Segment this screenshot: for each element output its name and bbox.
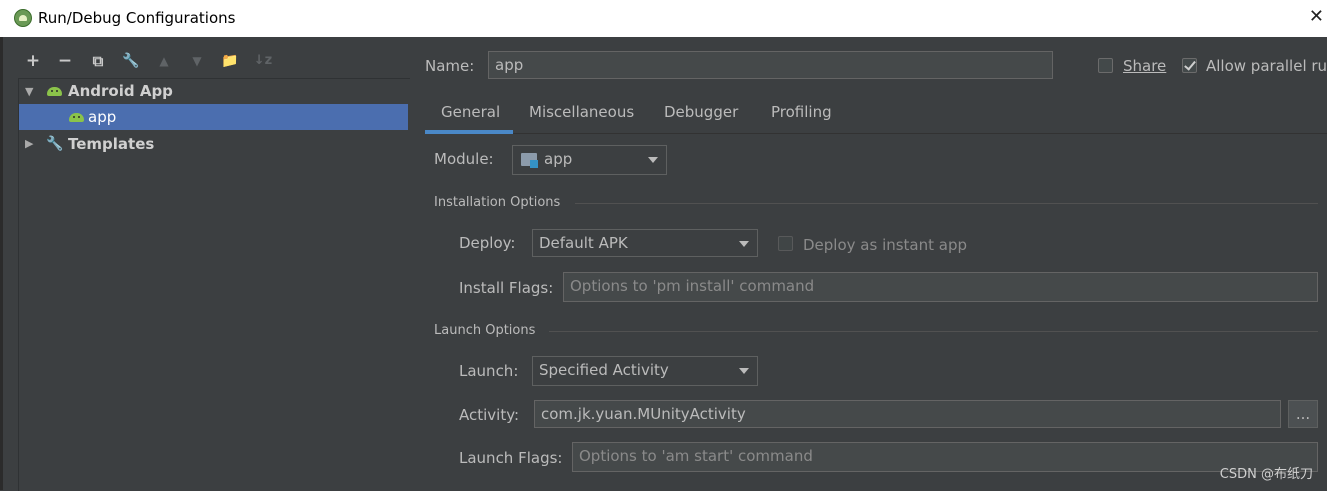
window-title: Run/Debug Configurations	[38, 9, 236, 27]
instant-app-label: Deploy as instant app	[803, 236, 968, 254]
sort-icon[interactable]: ↓z	[252, 50, 274, 72]
launch-flags-label: Launch Flags:	[459, 449, 563, 467]
install-flags-label: Install Flags:	[459, 279, 554, 297]
share-label: Share	[1123, 57, 1167, 75]
module-dropdown[interactable]: app	[512, 145, 667, 175]
tab-debugger[interactable]: Debugger	[664, 100, 738, 134]
watermark: CSDN @布纸刀	[1219, 467, 1313, 482]
add-icon[interactable]: +	[22, 50, 44, 72]
deploy-dropdown[interactable]: Default APK	[532, 229, 758, 257]
launch-label: Launch:	[459, 362, 519, 380]
active-tab-indicator	[425, 130, 513, 134]
chevron-down-icon	[739, 241, 749, 247]
launch-options-heading: Launch Options	[434, 323, 536, 338]
tree-item-label: Templates	[68, 135, 155, 153]
section-separator	[549, 331, 1318, 332]
collapse-arrow-icon[interactable]: ▶	[25, 131, 33, 157]
copy-icon[interactable]: ⧉	[87, 50, 109, 72]
chevron-down-icon	[648, 157, 658, 163]
title-bar: Run/Debug Configurations ✕	[0, 0, 1327, 37]
tree-item-label: app	[88, 108, 117, 126]
move-down-icon[interactable]: ▼	[186, 50, 208, 72]
close-icon[interactable]: ✕	[1309, 6, 1324, 27]
tab-general[interactable]: General	[441, 100, 500, 134]
section-separator	[575, 203, 1318, 204]
name-input[interactable]: app	[488, 51, 1053, 79]
activity-input[interactable]: com.jk.yuan.MUnityActivity	[534, 400, 1281, 428]
android-icon	[47, 87, 62, 96]
tree-item-app[interactable]: app	[19, 104, 408, 130]
allow-parallel-checkbox[interactable]	[1182, 58, 1197, 73]
name-label: Name:	[425, 57, 475, 75]
browse-activity-button[interactable]: ...	[1288, 400, 1318, 428]
tabs-border	[425, 133, 1327, 134]
launch-dropdown[interactable]: Specified Activity	[532, 356, 758, 386]
chevron-down-icon	[739, 368, 749, 374]
new-folder-icon[interactable]: 📁	[219, 50, 241, 72]
installation-options-heading: Installation Options	[434, 195, 561, 210]
module-label: Module:	[434, 150, 494, 168]
tree-item-templates[interactable]: ▶ 🔧 Templates	[19, 131, 408, 157]
allow-parallel-label: Allow parallel ru	[1206, 57, 1327, 75]
expand-arrow-icon[interactable]: ▼	[25, 79, 33, 105]
remove-icon[interactable]: −	[54, 50, 76, 72]
install-flags-input[interactable]: Options to 'pm install' command	[563, 272, 1318, 302]
tab-miscellaneous[interactable]: Miscellaneous	[529, 100, 634, 134]
tab-profiling[interactable]: Profiling	[771, 100, 832, 134]
deploy-label: Deploy:	[459, 234, 516, 252]
activity-label: Activity:	[459, 406, 520, 424]
module-value: app	[544, 150, 573, 168]
android-studio-icon	[14, 9, 32, 27]
background-window-edge	[0, 37, 3, 490]
module-badge-icon	[530, 160, 538, 168]
launch-flags-input[interactable]: Options to 'am start' command	[572, 442, 1318, 472]
wrench-icon[interactable]: 🔧	[120, 50, 142, 72]
deploy-value: Default APK	[539, 234, 628, 252]
launch-value: Specified Activity	[539, 361, 669, 379]
tree-item-android-app[interactable]: ▼ Android App	[19, 78, 408, 104]
wrench-icon: 🔧	[46, 136, 64, 152]
instant-app-checkbox[interactable]	[778, 236, 793, 251]
tree-item-label: Android App	[68, 82, 173, 100]
android-icon	[69, 113, 84, 122]
share-checkbox[interactable]	[1098, 58, 1113, 73]
move-up-icon[interactable]: ▲	[153, 50, 175, 72]
